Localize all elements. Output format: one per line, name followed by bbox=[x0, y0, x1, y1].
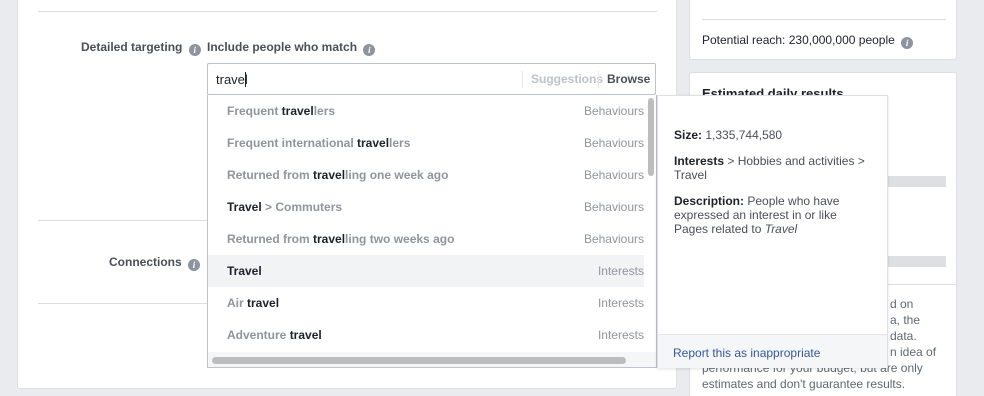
report-inappropriate-link[interactable]: Report this as inappropriate bbox=[673, 346, 820, 360]
size-line: Size: 1,335,744,580 bbox=[674, 128, 874, 142]
description-label: Description: bbox=[674, 194, 745, 208]
dropdown-item[interactable]: Adventure travel Interests bbox=[208, 319, 644, 351]
browse-tab[interactable]: Browse bbox=[598, 71, 650, 88]
divider bbox=[38, 303, 208, 304]
info-icon[interactable]: i bbox=[188, 44, 201, 56]
progress-bar bbox=[886, 176, 946, 187]
item-category: Interests bbox=[597, 264, 644, 278]
description: Description: People who have expressed a… bbox=[674, 194, 874, 236]
item-category: Behaviours bbox=[583, 232, 644, 246]
item-category: Behaviours bbox=[583, 104, 644, 118]
search-value[interactable]: travel bbox=[216, 72, 248, 87]
suggestions-tab[interactable]: Suggestions bbox=[522, 71, 603, 88]
reach-prefix: Potential reach: bbox=[702, 33, 789, 47]
dropdown-item[interactable]: Air travel Interests bbox=[208, 287, 644, 319]
detailed-targeting-label: Detailed targeting i bbox=[81, 40, 201, 56]
divider bbox=[38, 220, 208, 221]
item-category: Behaviours bbox=[583, 168, 644, 182]
dropdown-item[interactable]: Frequent international travellers Behavi… bbox=[208, 127, 644, 159]
potential-reach-card: Potential reach: 230,000,000 people i bbox=[689, 0, 957, 60]
popover-footer: Report this as inappropriate bbox=[658, 334, 887, 368]
item-category: Interests bbox=[597, 296, 644, 310]
size-label: Size: bbox=[674, 128, 703, 142]
dropdown-item[interactable]: Returned from travelling one week ago Be… bbox=[208, 159, 644, 191]
item-category: Behaviours bbox=[583, 136, 644, 150]
path-label: Interests bbox=[674, 154, 725, 168]
dropdown-item-selected[interactable]: Travel Interests bbox=[208, 255, 644, 287]
disclaimer-line: estimates and don't guarantee results. bbox=[702, 377, 906, 391]
connections-label: Connections i bbox=[109, 255, 201, 271]
connections-text: Connections bbox=[109, 255, 182, 269]
info-icon[interactable]: i bbox=[363, 44, 376, 56]
item-category: Interests bbox=[597, 328, 644, 342]
targeting-search-input[interactable]: travel Suggestions Browse bbox=[207, 63, 656, 95]
divider bbox=[38, 11, 657, 12]
info-icon[interactable]: i bbox=[901, 37, 914, 49]
dropdown-item[interactable]: Travel > Commuters Behaviours bbox=[208, 191, 644, 223]
text-caret bbox=[245, 72, 246, 87]
horizontal-scrollbar[interactable] bbox=[212, 357, 626, 364]
reach-value: 230,000,000 people bbox=[788, 33, 895, 47]
item-category: Behaviours bbox=[583, 200, 644, 214]
include-text: Include people who match bbox=[207, 40, 358, 54]
item-detail-popover: Size: 1,335,744,580 Interests > Hobbies … bbox=[657, 95, 888, 368]
dropdown-item[interactable]: Returned from travelling two weeks ago B… bbox=[208, 223, 644, 255]
vertical-scrollbar[interactable] bbox=[648, 98, 654, 176]
include-label: Include people who match i bbox=[207, 40, 376, 56]
size-value: 1,335,744,580 bbox=[705, 128, 783, 142]
dropdown-item[interactable]: Frequent travellers Behaviours bbox=[208, 95, 644, 127]
category-path: Interests > Hobbies and activities > Tra… bbox=[674, 154, 874, 182]
progress-bar bbox=[886, 256, 946, 267]
divider bbox=[702, 19, 946, 20]
suggestions-dropdown: Frequent travellers Behaviours Frequent … bbox=[207, 95, 657, 368]
detailed-targeting-text: Detailed targeting bbox=[81, 40, 183, 54]
potential-reach: Potential reach: 230,000,000 people i bbox=[702, 33, 914, 49]
info-icon[interactable]: i bbox=[188, 259, 201, 271]
description-italic: Travel bbox=[764, 222, 798, 236]
